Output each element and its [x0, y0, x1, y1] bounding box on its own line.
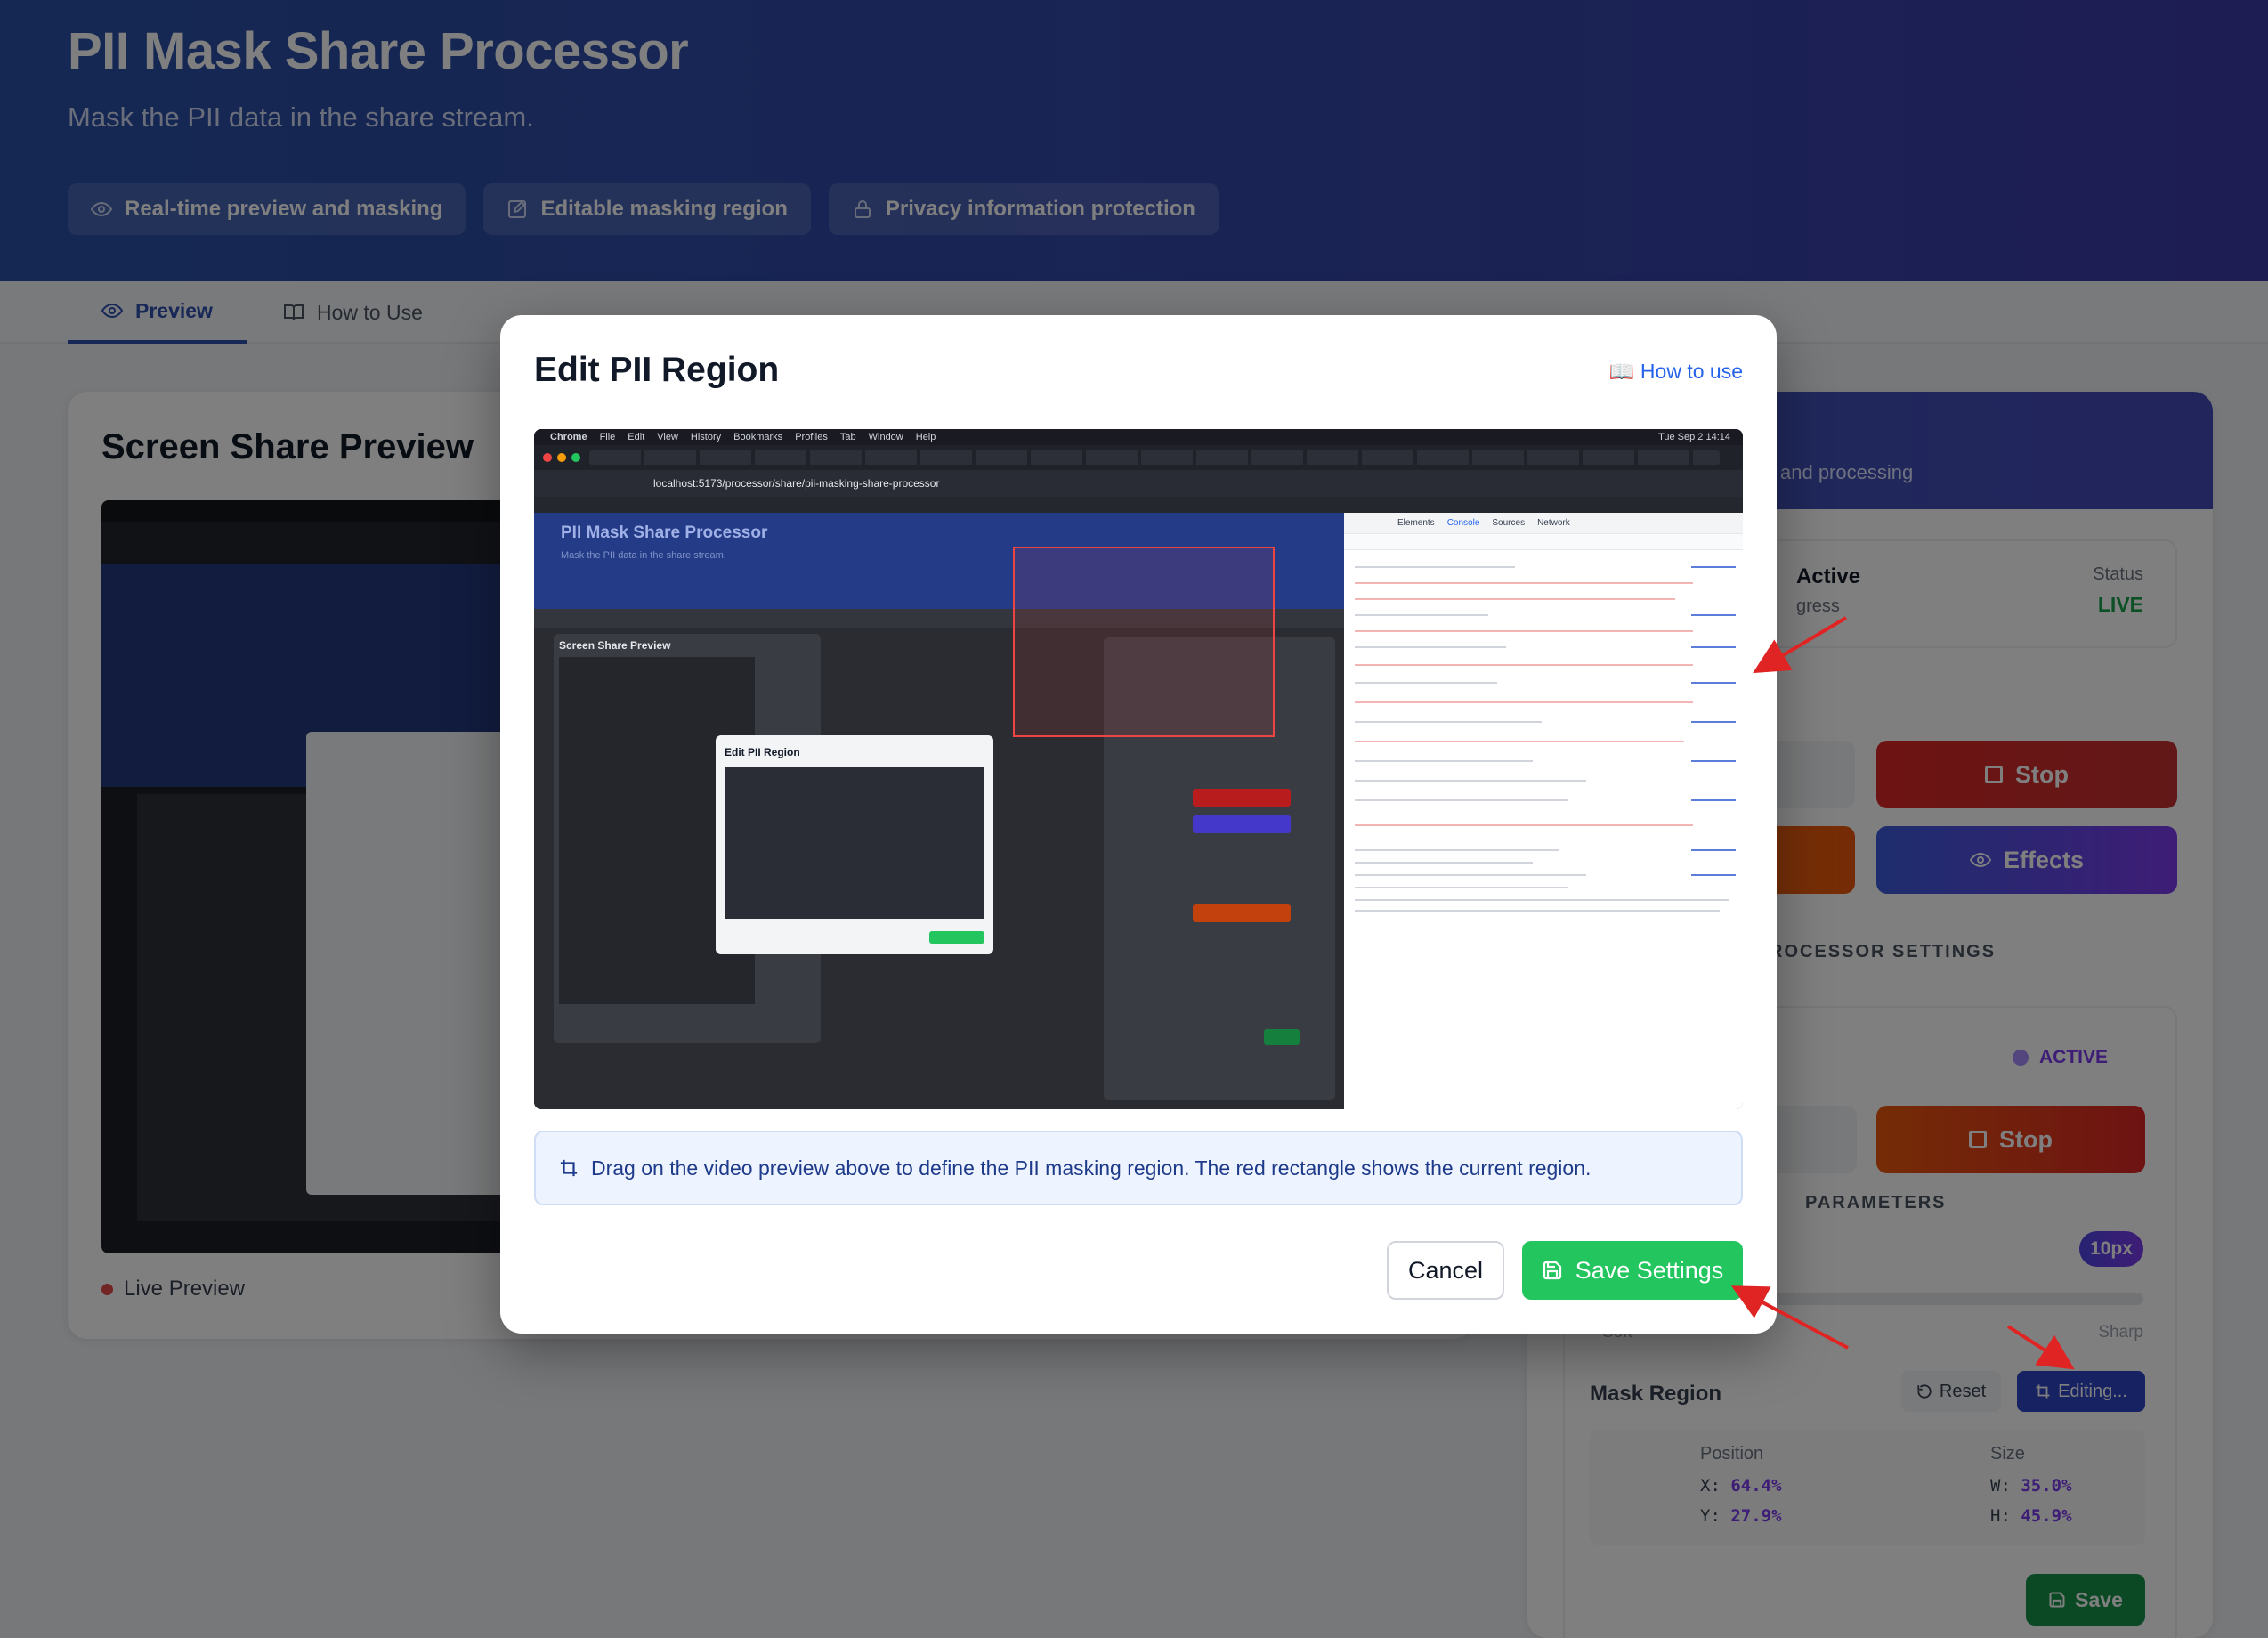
cancel-button[interactable]: Cancel — [1387, 1241, 1504, 1300]
inner-app-title: PII Mask Share Processor — [561, 523, 768, 542]
menu-item: Edit — [628, 432, 645, 442]
menu-item: Profiles — [795, 432, 828, 442]
menu-item: Window — [868, 432, 903, 442]
how-to-use-link[interactable]: 📖 How to use — [1609, 360, 1743, 384]
browser-url-bar: localhost:5173/processor/share/pii-maski… — [534, 470, 1743, 497]
modal-title: Edit PII Region — [534, 351, 780, 389]
menu-item: Help — [915, 432, 936, 442]
inner-app-subtitle: Mask the PII data in the share stream. — [561, 550, 726, 561]
crop-icon — [560, 1159, 578, 1177]
url-text: localhost:5173/processor/share/pii-maski… — [653, 477, 940, 490]
instruction-text: Drag on the video preview above to defin… — [591, 1156, 1592, 1180]
devtools-tab: Network — [1537, 518, 1570, 528]
edit-pii-region-modal: Edit PII Region 📖 How to use Chrome File… — [500, 315, 1777, 1334]
video-preview[interactable]: Chrome File Edit View History Bookmarks … — [534, 429, 1743, 1109]
devtools-panel: Elements Console Sources Network — [1344, 513, 1743, 1109]
inner-edit-dialog: Edit PII Region — [716, 735, 993, 954]
menu-item: File — [599, 432, 616, 442]
pii-mask-region[interactable] — [1013, 547, 1275, 737]
save-settings-button[interactable]: Save Settings — [1522, 1241, 1743, 1300]
inner-dialog-title: Edit PII Region — [725, 746, 800, 758]
inner-preview-title: Screen Share Preview — [559, 639, 671, 652]
menu-item: Bookmarks — [733, 432, 783, 442]
mac-menu-bar: Chrome File Edit View History Bookmarks … — [534, 429, 1743, 445]
save-icon — [1543, 1261, 1561, 1280]
menu-item: View — [657, 432, 678, 442]
browser-tab-strip — [534, 445, 1743, 470]
save-settings-label: Save Settings — [1575, 1256, 1724, 1284]
instruction-box: Drag on the video preview above to defin… — [534, 1131, 1743, 1205]
devtools-tab: Console — [1446, 518, 1480, 528]
devtools-tab: Sources — [1492, 518, 1526, 528]
menu-item: History — [690, 432, 722, 442]
menu-clock: Tue Sep 2 14:14 — [1658, 432, 1730, 442]
menu-item: Chrome — [550, 432, 587, 442]
devtools-tab: Elements — [1397, 518, 1435, 528]
menu-item: Tab — [839, 432, 856, 442]
bookmarks-bar — [534, 497, 1743, 513]
